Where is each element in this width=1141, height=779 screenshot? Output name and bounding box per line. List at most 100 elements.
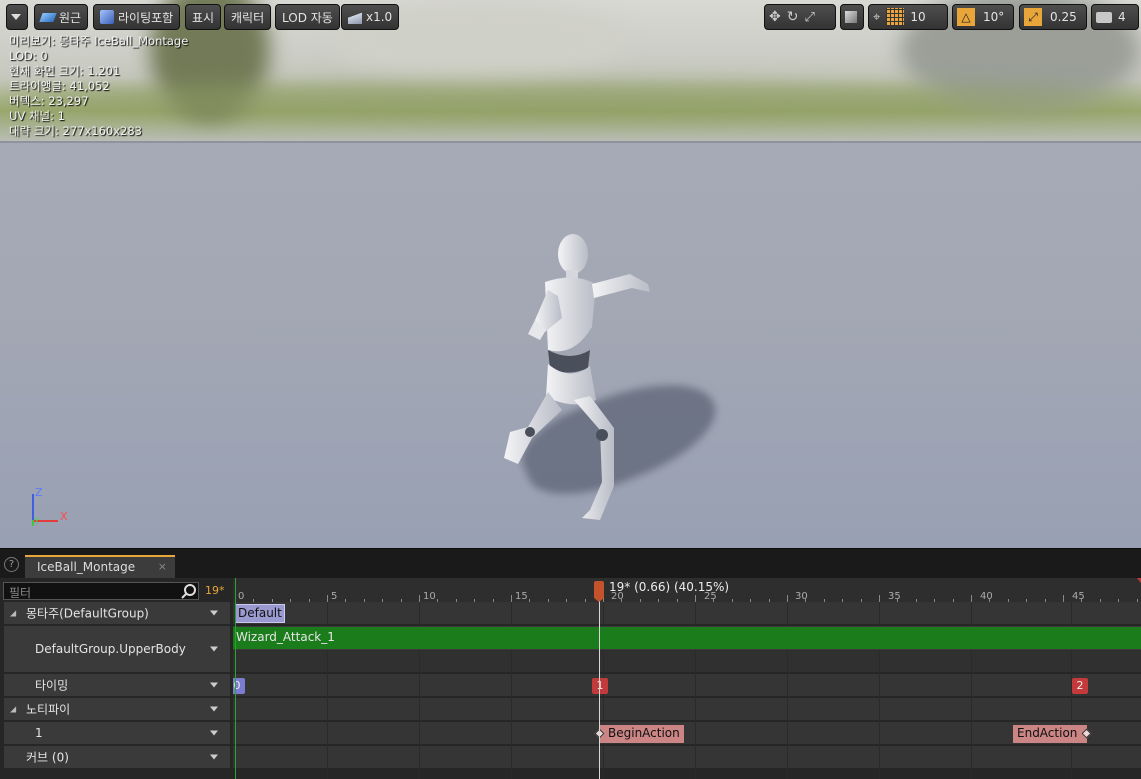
- axis-z-label: Z: [35, 486, 43, 499]
- playhead-readout: 19* (0.66) (40.15%): [609, 580, 730, 594]
- curves-track: [233, 746, 1141, 768]
- timing-marker-label: 2: [1076, 679, 1084, 692]
- filter-input[interactable]: 필터: [3, 582, 199, 600]
- ruler-label: 15: [515, 591, 528, 602]
- montage-section[interactable]: Default: [235, 604, 285, 623]
- notify-begin-action[interactable]: BeginAction: [594, 725, 684, 743]
- timing-label: 타이밍: [35, 678, 69, 693]
- section-name: Default: [238, 606, 282, 620]
- rotation-snap-group: △ 10°: [952, 4, 1014, 30]
- speed-label: x1.0: [366, 10, 393, 24]
- stat-lod: LOD: 0: [9, 49, 48, 63]
- ruler-label: 0: [238, 591, 245, 602]
- grid-snap-value[interactable]: 10: [910, 10, 925, 24]
- camera-icon: [1096, 11, 1112, 23]
- filter-placeholder: 필터: [9, 586, 32, 600]
- chevron-down-icon[interactable]: [210, 610, 218, 616]
- show-label: 표시: [192, 10, 215, 25]
- animation-name: Wizard_Attack_1: [236, 630, 335, 644]
- notify-label: BeginAction: [608, 726, 680, 740]
- character-label: 캐릭터: [231, 10, 265, 25]
- floor-edge: [0, 141, 1141, 143]
- axis-x-label: X: [60, 510, 68, 523]
- rotation-snap-icon[interactable]: △: [957, 8, 975, 26]
- stat-screen-size: 현재 화면 크기: 1.201: [9, 64, 121, 78]
- chevron-down-icon[interactable]: [210, 682, 218, 688]
- tab-title: IceBall_Montage: [37, 560, 136, 574]
- timeline-tab-strip: ? IceBall_Montage ×: [0, 548, 1141, 579]
- scale-snap-group: ⤢ 0.25: [1019, 4, 1087, 30]
- timing-marker[interactable]: 2: [1072, 678, 1088, 694]
- montage-group-row[interactable]: ◢ 몽타주(DefaultGroup): [4, 602, 230, 624]
- camera-speed-button[interactable]: 4: [1091, 4, 1139, 30]
- translate-icon[interactable]: ✥: [769, 9, 781, 25]
- ruler-label: 40: [980, 591, 993, 602]
- montage-group-label: 몽타주(DefaultGroup): [26, 606, 149, 621]
- chevron-down-icon[interactable]: [210, 730, 218, 736]
- notify-track-label: 1: [35, 726, 43, 740]
- chevron-down-icon[interactable]: [210, 754, 218, 760]
- close-icon[interactable]: ×: [158, 560, 167, 573]
- perspective-button[interactable]: 원근: [34, 4, 89, 30]
- viewport-options-button[interactable]: [6, 4, 28, 30]
- lighting-label: 라이팅포함: [118, 10, 174, 25]
- start-line: [235, 578, 236, 779]
- timing-marker-label: 1: [596, 679, 604, 692]
- notify-label: EndAction: [1017, 726, 1078, 740]
- camera-speed-value: 4: [1118, 10, 1126, 24]
- notifies-label: 노티파이: [26, 702, 71, 717]
- end-marker: [1137, 578, 1141, 583]
- lit-cube-icon: [100, 10, 114, 24]
- collapse-icon[interactable]: ◢: [10, 609, 16, 618]
- rotate-icon[interactable]: ↻: [787, 9, 799, 25]
- search-icon[interactable]: [180, 583, 197, 600]
- notify-end-action[interactable]: EndAction: [1013, 725, 1092, 743]
- timing-row[interactable]: 타이밍: [4, 674, 230, 696]
- scale-snap-value[interactable]: 0.25: [1050, 10, 1077, 24]
- character-button[interactable]: 캐릭터: [224, 4, 272, 30]
- notify-track-row[interactable]: 1: [4, 722, 230, 744]
- stat-vertices: 버텍스: 23,297: [9, 94, 89, 108]
- playhead-handle[interactable]: [594, 581, 604, 602]
- scale-snap-icon[interactable]: ⤢: [1024, 8, 1042, 26]
- stat-approx-size: 대략 크기: 277x160x283: [9, 124, 142, 138]
- grid-snap-group: ⌖ 10: [868, 4, 948, 30]
- lighting-button[interactable]: 라이팅포함: [93, 4, 181, 30]
- timeline-track-area[interactable]: 0 5 10 15 20 25 30 35 40 45 Default Wiza…: [233, 578, 1141, 779]
- chevron-down-icon: [11, 14, 21, 20]
- show-button[interactable]: 표시: [185, 4, 222, 30]
- playhead-line: [599, 592, 600, 779]
- transform-mode-group: ✥ ↻ ⤢: [764, 4, 836, 30]
- current-frame-indicator: 19*: [205, 584, 225, 597]
- grid-icon[interactable]: [886, 8, 905, 26]
- character-mannequin[interactable]: [490, 232, 670, 527]
- montage-tab[interactable]: IceBall_Montage ×: [25, 555, 175, 579]
- chevron-down-icon[interactable]: [210, 706, 218, 712]
- surface-snap-icon[interactable]: ⌖: [873, 10, 880, 25]
- track-list-panel: 필터 19* ◢ 몽타주(DefaultGroup) DefaultGroup.…: [0, 578, 233, 779]
- collapse-icon[interactable]: ◢: [10, 705, 16, 714]
- scale-icon[interactable]: ⤢: [804, 10, 814, 25]
- slot-row[interactable]: DefaultGroup.UpperBody: [4, 626, 230, 672]
- speed-icon: [348, 10, 362, 24]
- timing-track: [233, 674, 1141, 696]
- cube-icon: [845, 11, 857, 23]
- curves-label: 커브 (0): [26, 750, 69, 765]
- perspective-icon: [39, 12, 57, 22]
- chevron-down-icon[interactable]: [210, 646, 218, 652]
- perspective-label: 원근: [59, 10, 82, 25]
- world-local-button[interactable]: [840, 4, 864, 30]
- animation-segment[interactable]: Wizard_Attack_1: [233, 626, 1141, 650]
- ruler-label: 45: [1072, 591, 1085, 602]
- rotation-snap-value[interactable]: 10°: [983, 10, 1004, 24]
- notifies-row[interactable]: ◢ 노티파이: [4, 698, 230, 720]
- axis-y-label: Y: [34, 517, 40, 527]
- axis-gizmo: Z X Y: [28, 486, 78, 530]
- timing-marker[interactable]: 1: [592, 678, 608, 694]
- preview-viewport[interactable]: 원근 라이팅포함 표시 캐릭터 LOD 자동 x1.0 ✥ ↻ ⤢ ⌖ 10 △…: [0, 0, 1141, 548]
- playback-speed-button[interactable]: x1.0: [341, 4, 400, 30]
- curves-row[interactable]: 커브 (0): [4, 746, 230, 768]
- lod-button[interactable]: LOD 자동: [275, 4, 340, 30]
- help-icon[interactable]: ?: [4, 557, 19, 572]
- ruler-label: 10: [423, 591, 436, 602]
